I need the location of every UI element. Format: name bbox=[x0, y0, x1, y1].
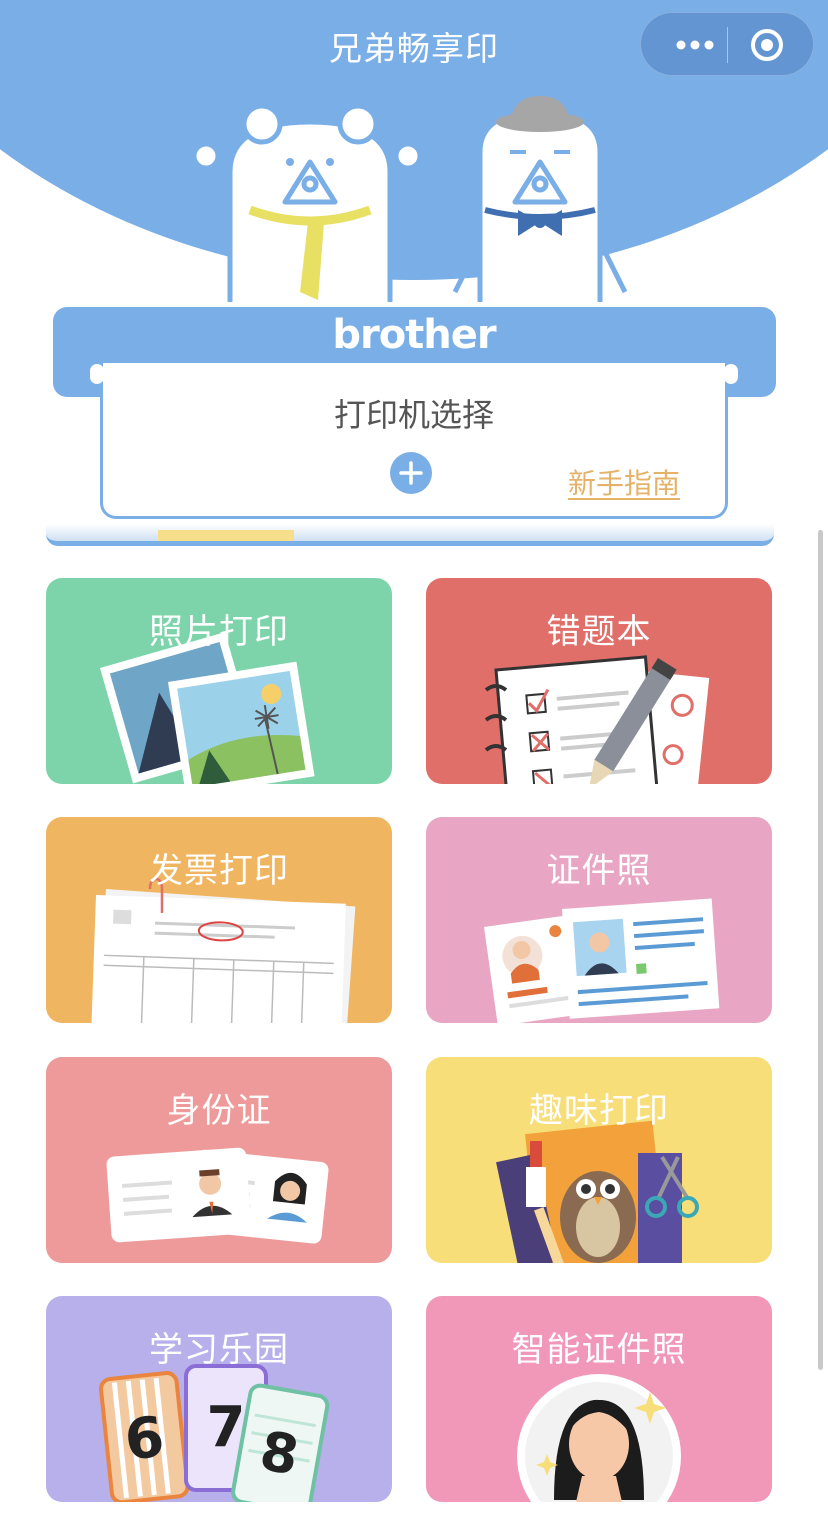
id-photo-label: 证件照 bbox=[546, 851, 652, 891]
printer-tray bbox=[46, 524, 774, 546]
invoice-print-card[interactable]: 发票打印 bbox=[46, 817, 392, 1023]
photo-print-card[interactable]: 照片打印 bbox=[46, 578, 392, 784]
capsule-divider bbox=[727, 27, 728, 63]
mistake-book-label: 错题本 bbox=[546, 612, 652, 652]
more-dots-icon[interactable] bbox=[663, 31, 727, 59]
paper-lip-left bbox=[90, 364, 104, 384]
fun-print-card[interactable]: 趣味打印 bbox=[426, 1057, 772, 1263]
invoice-print-label: 发票打印 bbox=[149, 851, 289, 891]
number-card-6: 6 bbox=[122, 1405, 168, 1474]
id-card-label: 身份证 bbox=[166, 1091, 272, 1131]
printer-select-label[interactable]: 打印机选择 bbox=[0, 390, 828, 436]
smart-id-photo-card[interactable]: 智能证件照 bbox=[426, 1296, 772, 1502]
id-card-card[interactable]: 身份证 bbox=[46, 1057, 392, 1263]
learning-park-label: 学习乐园 bbox=[149, 1330, 289, 1370]
photo-print-label: 照片打印 bbox=[149, 612, 289, 652]
scrollbar[interactable] bbox=[818, 530, 823, 1370]
learning-park-card[interactable]: 6 7 8 学习乐园 bbox=[46, 1296, 392, 1502]
beginner-guide-link[interactable]: 新手指南 bbox=[568, 462, 680, 502]
paper-lip-right bbox=[724, 364, 738, 384]
bear-mascots-illustration bbox=[191, 96, 628, 302]
home-page: 兄弟畅享印 brother 打印机选择 新手指南 照片打印 错题本 发票打印 证… bbox=[0, 0, 828, 1516]
mistake-book-card[interactable]: 错题本 bbox=[426, 578, 772, 784]
brand-logo: brother bbox=[332, 312, 496, 358]
fun-print-label: 趣味打印 bbox=[529, 1091, 669, 1131]
smart-id-photo-label: 智能证件照 bbox=[511, 1330, 687, 1370]
add-printer-button[interactable] bbox=[390, 452, 432, 494]
mini-program-capsule bbox=[640, 12, 814, 76]
target-circle-icon[interactable] bbox=[749, 27, 785, 63]
plus-icon bbox=[399, 461, 423, 485]
id-photo-card[interactable]: 证件照 bbox=[426, 817, 772, 1023]
